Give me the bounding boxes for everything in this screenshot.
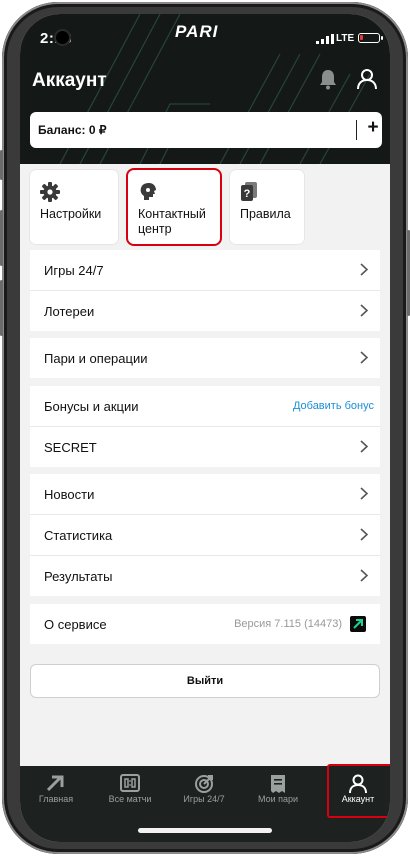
tab-my-bets[interactable]: Мои пари xyxy=(242,766,314,814)
tile-label: Настройки xyxy=(40,207,102,221)
app-version: Версия 7.115 (14473) xyxy=(234,618,342,630)
gear-icon xyxy=(40,182,60,202)
chevron-right-icon xyxy=(360,528,368,541)
app-header: 2:13 LTE PARI Аккаунт Баланс: 0 ₽ + xyxy=(20,14,390,164)
menu-item-label: Новости xyxy=(44,487,95,502)
support-icon xyxy=(140,183,156,200)
menu-item-label: О сервисе xyxy=(44,617,107,632)
menu-item-secret[interactable]: SECRET xyxy=(30,426,380,467)
pari-logo: PARI xyxy=(175,22,219,41)
user-icon[interactable] xyxy=(356,68,378,90)
tab-all-matches[interactable]: Все матчи xyxy=(94,766,166,814)
phone-side-button xyxy=(0,280,3,336)
camera-cutout xyxy=(56,31,69,44)
chevron-right-icon xyxy=(360,263,368,276)
menu-item-label: Статистика xyxy=(44,528,113,543)
menu-item-statistics[interactable]: Статистика xyxy=(30,514,380,555)
page-title: Аккаунт xyxy=(32,70,107,91)
receipt-icon xyxy=(271,775,285,793)
menu-item-label: Результаты xyxy=(44,569,113,584)
add-bonus-link[interactable]: Добавить бонус xyxy=(293,400,374,412)
tab-label: Мои пари xyxy=(257,794,299,804)
app-screen: 2:13 LTE PARI Аккаунт Баланс: 0 ₽ + xyxy=(20,14,390,842)
menu-item-results[interactable]: Результаты xyxy=(30,555,380,596)
tile-rules[interactable]: ? Правила xyxy=(230,170,304,244)
menu-item-label: Пари и операции xyxy=(44,351,148,366)
menu-item-label: Лотереи xyxy=(44,304,95,319)
tile-label: Правила xyxy=(240,207,291,221)
chevron-right-icon xyxy=(360,569,368,582)
tab-label: Главная xyxy=(38,794,74,804)
menu-item-about[interactable]: О сервисе Версия 7.115 (14473) xyxy=(30,604,380,644)
account-content: Настройки Контактный центр ? Правила Игр… xyxy=(20,164,390,766)
chevron-right-icon xyxy=(360,304,368,317)
balance-label: Баланс: 0 ₽ xyxy=(38,123,107,137)
chevron-right-icon xyxy=(360,440,368,453)
network-type: LTE xyxy=(336,33,355,44)
phone-side-button xyxy=(0,210,3,266)
tab-label: Игры 24/7 xyxy=(183,794,225,804)
quick-tiles: Настройки Контактный центр ? Правила xyxy=(30,170,390,244)
menu-item-label: Игры 24/7 xyxy=(44,263,104,278)
home-arrow-icon xyxy=(46,775,64,792)
scoreboard-icon xyxy=(120,774,140,792)
balance-bar[interactable]: Баланс: 0 ₽ + xyxy=(30,112,382,148)
tab-label: Все матчи xyxy=(108,794,152,804)
bell-icon[interactable] xyxy=(318,68,338,90)
logout-button[interactable]: Выйти xyxy=(30,664,380,698)
menu-item-games[interactable]: Игры 24/7 xyxy=(30,250,380,290)
menu-item-lotteries[interactable]: Лотереи xyxy=(30,290,380,331)
chevron-right-icon xyxy=(360,351,368,364)
tab-home[interactable]: Главная xyxy=(20,766,92,814)
battery-icon xyxy=(358,33,383,43)
menu-item-news[interactable]: Новости xyxy=(30,474,380,514)
user-icon xyxy=(349,774,367,794)
phone-side-button xyxy=(0,150,3,180)
tab-account[interactable]: Аккаунт xyxy=(327,764,390,818)
menu-item-bets[interactable]: Пари и операции xyxy=(30,338,380,378)
add-funds-button[interactable]: + xyxy=(363,117,383,139)
home-indicator[interactable] xyxy=(138,828,272,833)
svg-text:?: ? xyxy=(244,188,251,200)
tile-settings[interactable]: Настройки xyxy=(30,170,118,244)
external-link-icon xyxy=(350,616,366,632)
tile-contact-center[interactable]: Контактный центр xyxy=(128,170,220,244)
rules-icon: ? xyxy=(241,182,257,201)
tile-label: Контактный центр xyxy=(138,207,206,236)
chevron-right-icon xyxy=(360,487,368,500)
menu-item-label: Бонусы и акции xyxy=(44,399,139,414)
target-icon xyxy=(195,775,213,793)
tab-games[interactable]: Игры 24/7 xyxy=(168,766,240,814)
signal-icon xyxy=(316,34,334,44)
tab-label: Аккаунт xyxy=(341,794,375,804)
balance-divider xyxy=(356,120,357,140)
menu-item-bonuses[interactable]: Бонусы и акции Добавить бонус xyxy=(30,386,380,426)
menu-item-label: SECRET xyxy=(44,440,97,455)
